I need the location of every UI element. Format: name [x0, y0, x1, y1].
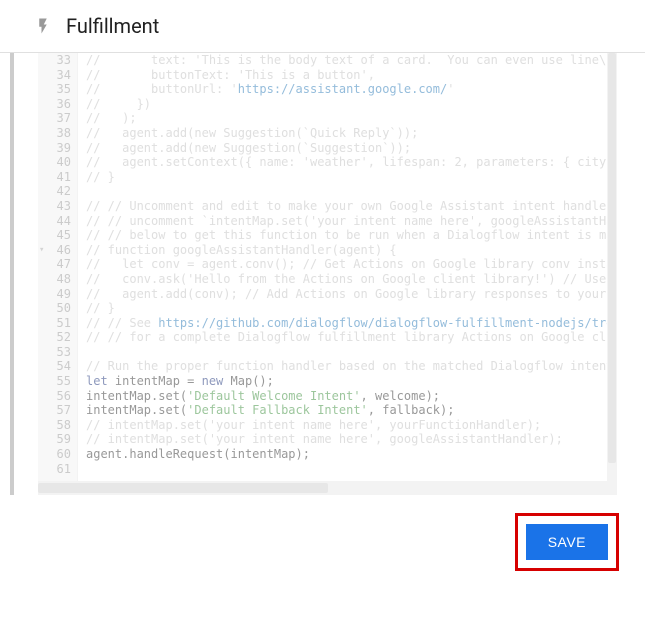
editor-region: 3334353637383940414243444546474849505152… [10, 53, 645, 495]
line-number: 39 [42, 141, 71, 156]
line-number: 33 [42, 53, 71, 68]
line-number: 53 [42, 345, 71, 360]
line-number: 59 [42, 432, 71, 447]
code-line: // intentMap.set('your intent name here'… [86, 432, 609, 447]
code-line: // // uncomment `intentMap.set('your int… [86, 214, 609, 229]
header: Fulfillment [0, 0, 645, 53]
bolt-icon [34, 17, 52, 35]
line-number: 34 [42, 68, 71, 83]
code-line: // } [86, 301, 609, 316]
code-line: // intentMap.set('your intent name here'… [86, 418, 609, 433]
line-number: 57 [42, 403, 71, 418]
line-number: 58 [42, 418, 71, 433]
code-line: // conv.ask('Hello from the Actions on G… [86, 272, 609, 287]
code-line: // agent.add(conv); // Add Actions on Go… [86, 287, 609, 302]
code-line: intentMap.set('Default Fallback Intent',… [86, 403, 609, 418]
page-title: Fulfillment [66, 14, 159, 38]
line-number: 37 [42, 111, 71, 126]
code-line: // ); [86, 111, 609, 126]
horizontal-scrollbar[interactable] [38, 481, 617, 495]
line-number: 41 [42, 170, 71, 185]
code-line: // text: 'This is the body text of a car… [86, 53, 609, 68]
line-number: 44 [42, 214, 71, 229]
vertical-scrollbar[interactable] [608, 53, 616, 463]
save-highlight-box: SAVE [515, 513, 619, 571]
line-number: 47 [42, 257, 71, 272]
code-line: // function googleAssistantHandler(agent… [86, 243, 609, 258]
line-number: 50 [42, 301, 71, 316]
line-number: 49 [42, 287, 71, 302]
line-number: 52 [42, 330, 71, 345]
line-number: 38 [42, 126, 71, 141]
code-editor[interactable]: 3334353637383940414243444546474849505152… [38, 53, 617, 495]
line-number: 46 [42, 243, 71, 258]
line-number: 60 [42, 447, 71, 462]
code-line [86, 345, 609, 360]
line-gutter: 3334353637383940414243444546474849505152… [38, 53, 78, 481]
code-line: agent.handleRequest(intentMap); [86, 447, 609, 462]
code-line: // buttonText: 'This is a button', [86, 68, 609, 83]
code-line: // // Uncomment and edit to make your ow… [86, 199, 609, 214]
code-line: // } [86, 170, 609, 185]
line-number: 45 [42, 228, 71, 243]
code-line: // // below to get this function to be r… [86, 228, 609, 243]
editor-viewport: 3334353637383940414243444546474849505152… [38, 53, 617, 481]
page-container: Fulfillment 3334353637383940414243444546… [0, 0, 645, 629]
code-line [86, 184, 609, 199]
line-number: 55 [42, 374, 71, 389]
code-line: intentMap.set('Default Welcome Intent', … [86, 389, 609, 404]
line-number: 61 [42, 462, 71, 477]
code-line [86, 462, 609, 477]
code-line: // agent.setContext({ name: 'weather', l… [86, 155, 609, 170]
line-number: 42 [42, 184, 71, 199]
line-number: 40 [42, 155, 71, 170]
code-line: // // See https://github.com/dialogflow/… [86, 316, 609, 331]
code-line: // let conv = agent.conv(); // Get Actio… [86, 257, 609, 272]
code-line: // agent.add(new Suggestion(`Suggestion`… [86, 141, 609, 156]
line-number: 54 [42, 359, 71, 374]
line-number: 35 [42, 82, 71, 97]
line-number: 36 [42, 97, 71, 112]
code-line: // buttonUrl: 'https://assistant.google.… [86, 82, 609, 97]
line-number: 43 [42, 199, 71, 214]
code-line: // // for a complete Dialogflow fulfillm… [86, 330, 609, 345]
code-line: // }) [86, 97, 609, 112]
line-number: 48 [42, 272, 71, 287]
line-number: 51 [42, 316, 71, 331]
save-button[interactable]: SAVE [526, 524, 608, 560]
code-line: // Run the proper function handler based… [86, 359, 609, 374]
code-line: let intentMap = new Map(); [86, 374, 609, 389]
line-number: 56 [42, 389, 71, 404]
code-line: // agent.add(new Suggestion(`Quick Reply… [86, 126, 609, 141]
horizontal-scrollbar-thumb[interactable] [38, 483, 328, 493]
code-area[interactable]: // text: 'This is the body text of a car… [78, 53, 617, 481]
footer: SAVE [0, 495, 645, 589]
